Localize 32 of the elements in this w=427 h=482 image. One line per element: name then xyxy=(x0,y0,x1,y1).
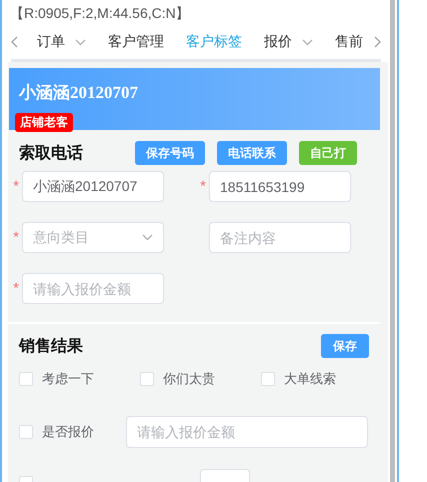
input-field[interactable]: 请输入报价金额 xyxy=(22,273,164,304)
input-field[interactable]: 备注内容 xyxy=(209,222,351,253)
quote-amount-field[interactable]: 请输入报价金额 xyxy=(126,416,368,448)
scroll-left-icon[interactable] xyxy=(11,36,18,48)
tab[interactable]: 售前 xyxy=(324,25,374,59)
input-field[interactable]: 小涵涵20120707 xyxy=(22,171,164,202)
caret-icon xyxy=(142,234,153,241)
required-mark: * xyxy=(12,178,20,195)
required-mark: * xyxy=(12,229,20,246)
customer-tag: 店铺老客 xyxy=(15,113,73,132)
input-field[interactable]: 18511653199 xyxy=(209,171,351,202)
required-mark: * xyxy=(199,178,207,195)
checkbox[interactable] xyxy=(19,372,33,386)
caret-icon xyxy=(75,38,86,46)
tab[interactable]: 订单 xyxy=(26,25,97,59)
tab[interactable]: 客户管理 xyxy=(97,25,175,59)
status-text: 【R:0905,F:2,M:44.56,C:N】 xyxy=(9,4,191,23)
scroll-right-icon[interactable] xyxy=(374,36,381,48)
select-placeholder: 意向类目 xyxy=(33,228,89,246)
checkbox[interactable] xyxy=(140,372,154,386)
tab[interactable]: 报价 xyxy=(253,25,324,59)
section-title: 索取电话 xyxy=(19,143,84,164)
section-title: 销售结果 xyxy=(19,336,83,356)
checkbox[interactable] xyxy=(19,425,33,439)
checkbox-label: 是否报价 xyxy=(42,423,95,441)
caret-icon xyxy=(302,38,313,46)
checkbox-label: 大单线索 xyxy=(284,370,336,388)
checkbox-label: 考虑一下 xyxy=(42,370,94,388)
checkbox[interactable] xyxy=(261,372,275,386)
required-mark: * xyxy=(12,280,20,297)
checkbox-label: 你们太贵 xyxy=(163,370,215,388)
customer-name: 小涵涵20120707 xyxy=(18,82,138,104)
